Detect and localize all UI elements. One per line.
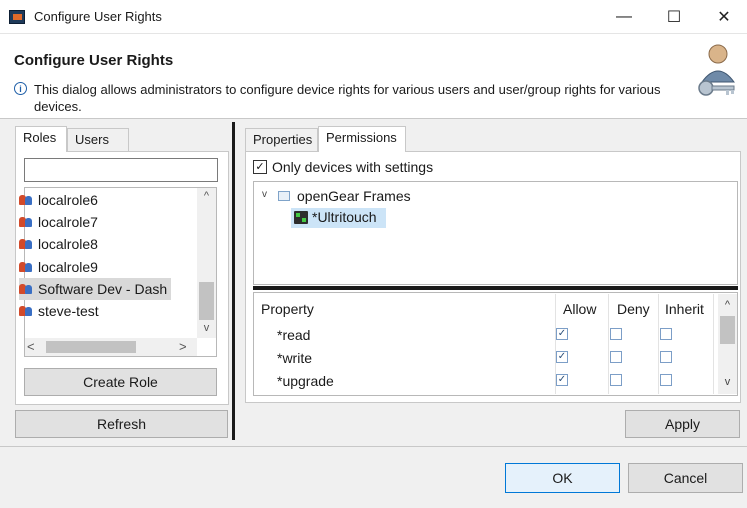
- role-icon: [19, 261, 33, 273]
- inherit-checkbox[interactable]: [660, 328, 672, 340]
- tree-node-ultritouch[interactable]: *Ultritouch: [312, 209, 377, 225]
- table-row-property: *write: [277, 350, 313, 366]
- column-divider: [713, 294, 714, 394]
- column-header-property[interactable]: Property: [261, 301, 314, 317]
- app-icon: [9, 10, 25, 24]
- allow-checkbox[interactable]: ✓: [556, 374, 568, 386]
- list-item-selected[interactable]: Software Dev - Dash: [19, 278, 171, 300]
- allow-checkbox[interactable]: ✓: [556, 351, 568, 363]
- chevron-up-icon[interactable]: ^: [197, 190, 216, 204]
- column-header-deny[interactable]: Deny: [617, 301, 650, 317]
- roles-filter-input[interactable]: [24, 158, 218, 182]
- create-role-button[interactable]: Create Role: [24, 368, 217, 396]
- list-item[interactable]: localrole7: [19, 211, 98, 233]
- role-icon: [19, 216, 33, 228]
- tab-roles[interactable]: Roles: [15, 126, 67, 152]
- device-icon: [294, 211, 308, 224]
- list-item[interactable]: localrole6: [19, 189, 98, 211]
- chevron-down-icon[interactable]: v: [262, 189, 267, 200]
- table-row-property: *upgrade: [277, 373, 334, 389]
- user-key-icon: [698, 44, 735, 96]
- pane-splitter[interactable]: [232, 122, 235, 440]
- column-header-allow[interactable]: Allow: [563, 301, 596, 317]
- close-button[interactable]: ✕: [701, 0, 747, 34]
- list-item[interactable]: localrole8: [19, 233, 98, 255]
- chevron-down-icon[interactable]: v: [718, 376, 737, 388]
- chevron-down-icon[interactable]: v: [197, 322, 216, 336]
- tree-node-opengear-frames[interactable]: openGear Frames: [297, 188, 411, 204]
- column-header-inherit[interactable]: Inherit: [665, 301, 704, 317]
- minimize-button[interactable]: —: [601, 0, 647, 34]
- role-icon: [19, 238, 33, 250]
- roles-scroll-thumb[interactable]: [199, 282, 214, 320]
- inherit-checkbox[interactable]: [660, 351, 672, 363]
- apply-button[interactable]: Apply: [625, 410, 740, 438]
- banner-separator: [0, 118, 747, 119]
- folder-icon: [278, 191, 290, 201]
- list-item[interactable]: localrole9: [19, 256, 98, 278]
- chevron-left-icon[interactable]: <: [27, 339, 35, 354]
- cancel-button[interactable]: Cancel: [628, 463, 743, 493]
- permissions-scroll-thumb[interactable]: [720, 316, 735, 344]
- chevron-right-icon[interactable]: >: [179, 339, 187, 354]
- role-icon: [19, 194, 33, 206]
- role-icon: [19, 305, 33, 317]
- tree-table-splitter[interactable]: [253, 286, 738, 290]
- banner-description: This dialog allows administrators to con…: [34, 82, 661, 114]
- only-devices-label[interactable]: Only devices with settings: [272, 159, 433, 175]
- deny-checkbox[interactable]: [610, 351, 622, 363]
- role-icon: [19, 283, 33, 295]
- list-item[interactable]: steve-test: [19, 300, 99, 322]
- footer-separator: [0, 446, 747, 447]
- roles-hscroll-thumb[interactable]: [46, 341, 136, 353]
- ok-button[interactable]: OK: [505, 463, 620, 493]
- column-divider: [658, 294, 659, 394]
- maximize-button[interactable]: ☐: [651, 0, 697, 34]
- inherit-checkbox[interactable]: [660, 374, 672, 386]
- tab-properties[interactable]: Properties: [245, 128, 318, 152]
- deny-checkbox[interactable]: [610, 374, 622, 386]
- deny-checkbox[interactable]: [610, 328, 622, 340]
- tab-permissions[interactable]: Permissions: [318, 126, 406, 152]
- column-divider: [608, 294, 609, 394]
- allow-checkbox[interactable]: ✓: [556, 328, 568, 340]
- chevron-up-icon[interactable]: ^: [718, 299, 737, 311]
- tab-users[interactable]: Users: [67, 128, 129, 152]
- table-row-property: *read: [277, 327, 311, 343]
- refresh-button[interactable]: Refresh: [15, 410, 228, 438]
- banner-title: Configure User Rights: [14, 52, 174, 69]
- only-devices-checkbox[interactable]: ✓: [253, 160, 267, 174]
- info-icon: i: [14, 82, 27, 95]
- window-title: Configure User Rights: [34, 9, 162, 24]
